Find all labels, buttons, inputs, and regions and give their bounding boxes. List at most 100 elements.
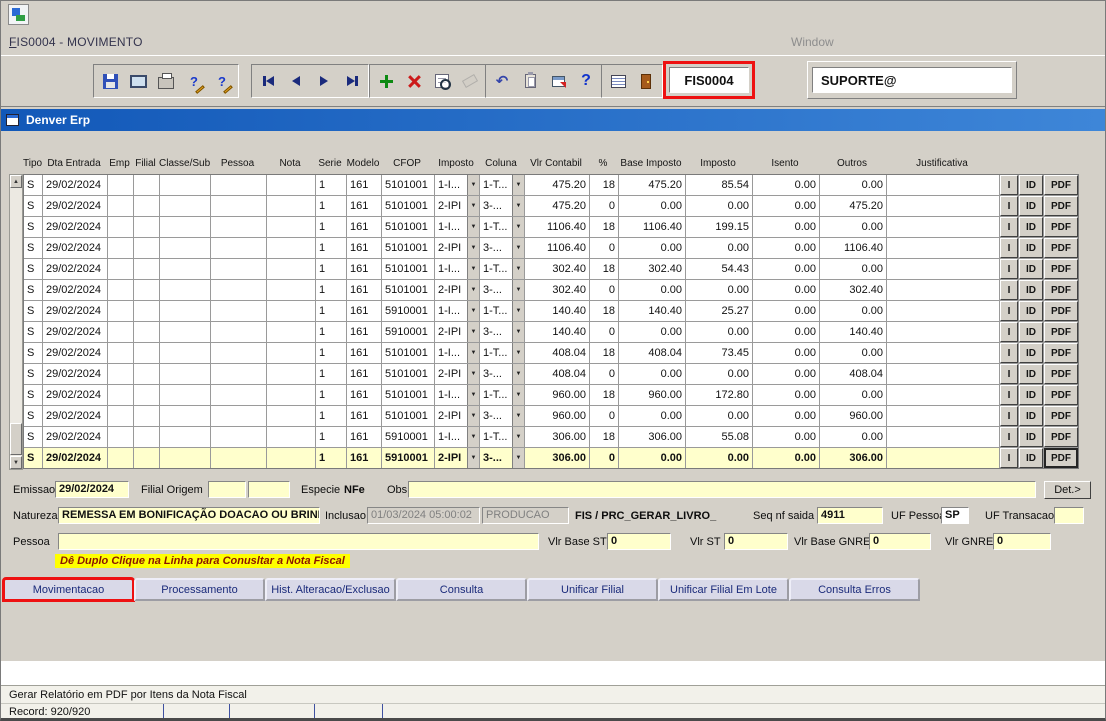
cell-data[interactable]: 29/02/2024 (43, 175, 107, 195)
cell-classesub[interactable] (160, 217, 210, 237)
cell-emp[interactable] (108, 343, 133, 363)
combo-arrow-icon[interactable]: ▼ (512, 343, 524, 363)
cell-classesub[interactable] (160, 175, 210, 195)
seq-nf-saida-field[interactable]: 4911 (817, 507, 883, 524)
cell-just[interactable] (887, 280, 999, 300)
cell-isento[interactable]: 0.00 (753, 448, 819, 468)
tab-consulta[interactable]: Consulta (396, 578, 527, 601)
cell-data[interactable]: 29/02/2024 (43, 385, 107, 405)
cell-vlr[interactable]: 475.20 (525, 196, 589, 216)
cell-isento[interactable]: 0.00 (753, 301, 819, 321)
cell-vlr[interactable]: 475.20 (525, 175, 589, 195)
cell-cfop[interactable]: 5101001 (382, 238, 434, 258)
cell-just[interactable] (887, 196, 999, 216)
row-pdf-button[interactable]: PDF (1044, 343, 1078, 363)
cell-outros[interactable]: 0.00 (820, 175, 886, 195)
row-id-button[interactable]: ID (1019, 427, 1043, 447)
cell-coluna[interactable]: 3-...▼ (480, 280, 524, 300)
row-pdf-button[interactable]: PDF (1044, 175, 1078, 195)
row-id-button[interactable]: ID (1019, 280, 1043, 300)
combo-arrow-icon[interactable]: ▼ (467, 175, 479, 195)
cell-classesub[interactable] (160, 322, 210, 342)
cell-cfop[interactable]: 5101001 (382, 406, 434, 426)
cell-just[interactable] (887, 406, 999, 426)
mdi-titlebar[interactable]: Denver Erp (1, 109, 1105, 131)
cell-emp[interactable] (108, 385, 133, 405)
cell-nota[interactable] (267, 280, 315, 300)
combo-arrow-icon[interactable]: ▼ (467, 448, 479, 468)
cell-modelo[interactable]: 161 (347, 385, 381, 405)
row-i-button[interactable]: I (1000, 280, 1018, 300)
cell-tipo[interactable]: S (24, 448, 42, 468)
cell-tipo[interactable]: S (24, 280, 42, 300)
tab-processamento[interactable]: Processamento (134, 578, 265, 601)
cell-modelo[interactable]: 161 (347, 343, 381, 363)
vlr-base-gnre-field[interactable]: 0 (869, 533, 931, 550)
cell-emp[interactable] (108, 406, 133, 426)
cell-data[interactable]: 29/02/2024 (43, 196, 107, 216)
cell-isento[interactable]: 0.00 (753, 280, 819, 300)
cell-data[interactable]: 29/02/2024 (43, 217, 107, 237)
cell-filial[interactable] (134, 217, 159, 237)
cell-emp[interactable] (108, 259, 133, 279)
combo-arrow-icon[interactable]: ▼ (512, 175, 524, 195)
cell-imp[interactable]: 85.54 (686, 175, 752, 195)
row-pdf-button[interactable]: PDF (1044, 301, 1078, 321)
cell-cfop[interactable]: 5910001 (382, 448, 434, 468)
help-button[interactable]: ? (573, 68, 599, 94)
cell-just[interactable] (887, 217, 999, 237)
cell-pct[interactable]: 18 (590, 301, 618, 321)
row-pdf-button[interactable]: PDF (1044, 406, 1078, 426)
cell-just[interactable] (887, 448, 999, 468)
combo-arrow-icon[interactable]: ▼ (467, 364, 479, 384)
previous-record-button[interactable] (283, 68, 309, 94)
cell-base[interactable]: 306.00 (619, 427, 685, 447)
save-button[interactable] (97, 68, 123, 94)
cell-serie[interactable]: 1 (316, 217, 346, 237)
cell-outros[interactable]: 0.00 (820, 343, 886, 363)
cell-pct[interactable]: 0 (590, 448, 618, 468)
cell-imposto[interactable]: 1-I...▼ (435, 301, 479, 321)
cell-classesub[interactable] (160, 238, 210, 258)
cell-classesub[interactable] (160, 196, 210, 216)
cell-classesub[interactable] (160, 343, 210, 363)
cell-coluna[interactable]: 3-...▼ (480, 364, 524, 384)
cell-isento[interactable]: 0.00 (753, 364, 819, 384)
cell-serie[interactable]: 1 (316, 175, 346, 195)
filial-origem-field-2[interactable] (248, 481, 290, 498)
pessoa-field[interactable] (58, 533, 539, 550)
cell-imp[interactable]: 0.00 (686, 280, 752, 300)
cell-just[interactable] (887, 301, 999, 321)
combo-arrow-icon[interactable]: ▼ (512, 301, 524, 321)
cell-serie[interactable]: 1 (316, 343, 346, 363)
cell-pessoa[interactable] (211, 385, 266, 405)
cell-base[interactable]: 1106.40 (619, 217, 685, 237)
cell-tipo[interactable]: S (24, 385, 42, 405)
cell-data[interactable]: 29/02/2024 (43, 259, 107, 279)
cell-pessoa[interactable] (211, 406, 266, 426)
combo-arrow-icon[interactable]: ▼ (467, 217, 479, 237)
cell-base[interactable]: 0.00 (619, 448, 685, 468)
filial-origem-field-1[interactable] (208, 481, 246, 498)
cell-serie[interactable]: 1 (316, 322, 346, 342)
cell-base[interactable]: 960.00 (619, 385, 685, 405)
cell-base[interactable]: 140.40 (619, 301, 685, 321)
cell-outros[interactable]: 0.00 (820, 385, 886, 405)
cell-emp[interactable] (108, 238, 133, 258)
cell-base[interactable]: 0.00 (619, 406, 685, 426)
combo-arrow-icon[interactable]: ▼ (467, 259, 479, 279)
cell-pct[interactable]: 0 (590, 280, 618, 300)
cell-nota[interactable] (267, 406, 315, 426)
cell-filial[interactable] (134, 301, 159, 321)
cell-classesub[interactable] (160, 427, 210, 447)
module-code-field[interactable]: FIS0004 (669, 67, 749, 93)
cell-outros[interactable]: 302.40 (820, 280, 886, 300)
cell-imp[interactable]: 0.00 (686, 448, 752, 468)
cell-modelo[interactable]: 161 (347, 448, 381, 468)
cell-isento[interactable]: 0.00 (753, 238, 819, 258)
cell-outros[interactable]: 0.00 (820, 301, 886, 321)
cell-isento[interactable]: 0.00 (753, 175, 819, 195)
combo-arrow-icon[interactable]: ▼ (467, 322, 479, 342)
scroll-down-button[interactable]: ▼ (10, 456, 22, 469)
scrollbar-thumb[interactable] (10, 423, 22, 455)
